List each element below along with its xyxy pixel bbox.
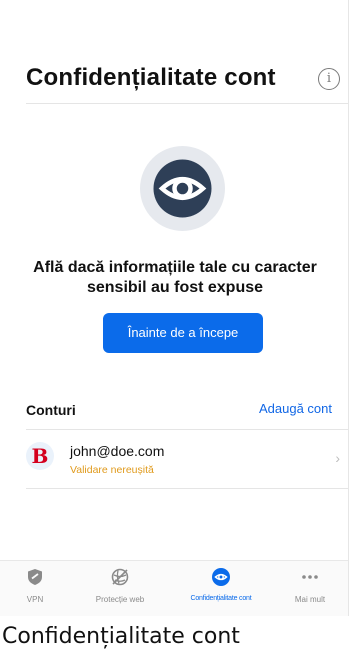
more-dots-icon [302, 575, 318, 579]
tab-web-protection[interactable]: Protecție web [70, 561, 170, 616]
account-brand-logo: B [26, 442, 54, 470]
tab-more-label: Mai mult [294, 595, 326, 604]
page-title: Confidențialitate cont [26, 64, 276, 91]
screen-caption: Confidențialitate cont [2, 624, 240, 649]
page-header: Confidențialitate cont i [26, 58, 348, 103]
tab-vpn[interactable]: VPN [0, 561, 70, 616]
account-row[interactable]: B john@doe.com Validare nereușită › [26, 432, 344, 488]
tab-vpn-label: VPN [26, 595, 44, 604]
chevron-right-icon: › [335, 450, 340, 466]
tab-more[interactable]: Mai mult [272, 561, 348, 616]
account-email: john@doe.com [70, 443, 165, 459]
shield-icon [28, 569, 42, 585]
account-row-divider [26, 488, 348, 489]
tab-account-privacy[interactable]: Confidențialitate cont [170, 561, 272, 616]
before-you-start-button[interactable]: Înainte de a începe [103, 313, 263, 353]
add-account-button[interactable]: Adaugă cont [259, 401, 332, 416]
accounts-divider [26, 429, 348, 430]
tab-account-privacy-label: Confidențialitate cont [190, 595, 252, 602]
privacy-eye-icon [140, 146, 225, 231]
app-screen: Confidențialitate cont i Află dacă infor… [0, 0, 349, 616]
header-divider [26, 103, 348, 104]
tab-web-protection-label: Protecție web [95, 595, 145, 604]
info-icon[interactable]: i [318, 68, 340, 90]
privacy-eye-icon [212, 568, 230, 586]
bottom-tab-bar: VPN Protecție web Confidențialitate cont [0, 560, 348, 616]
accounts-section-title: Conturi [26, 402, 76, 418]
web-protection-icon [111, 568, 129, 586]
account-status: Validare nereușită [70, 464, 154, 476]
exposure-headline: Află dacă informațiile tale cu caracter … [33, 259, 317, 296]
